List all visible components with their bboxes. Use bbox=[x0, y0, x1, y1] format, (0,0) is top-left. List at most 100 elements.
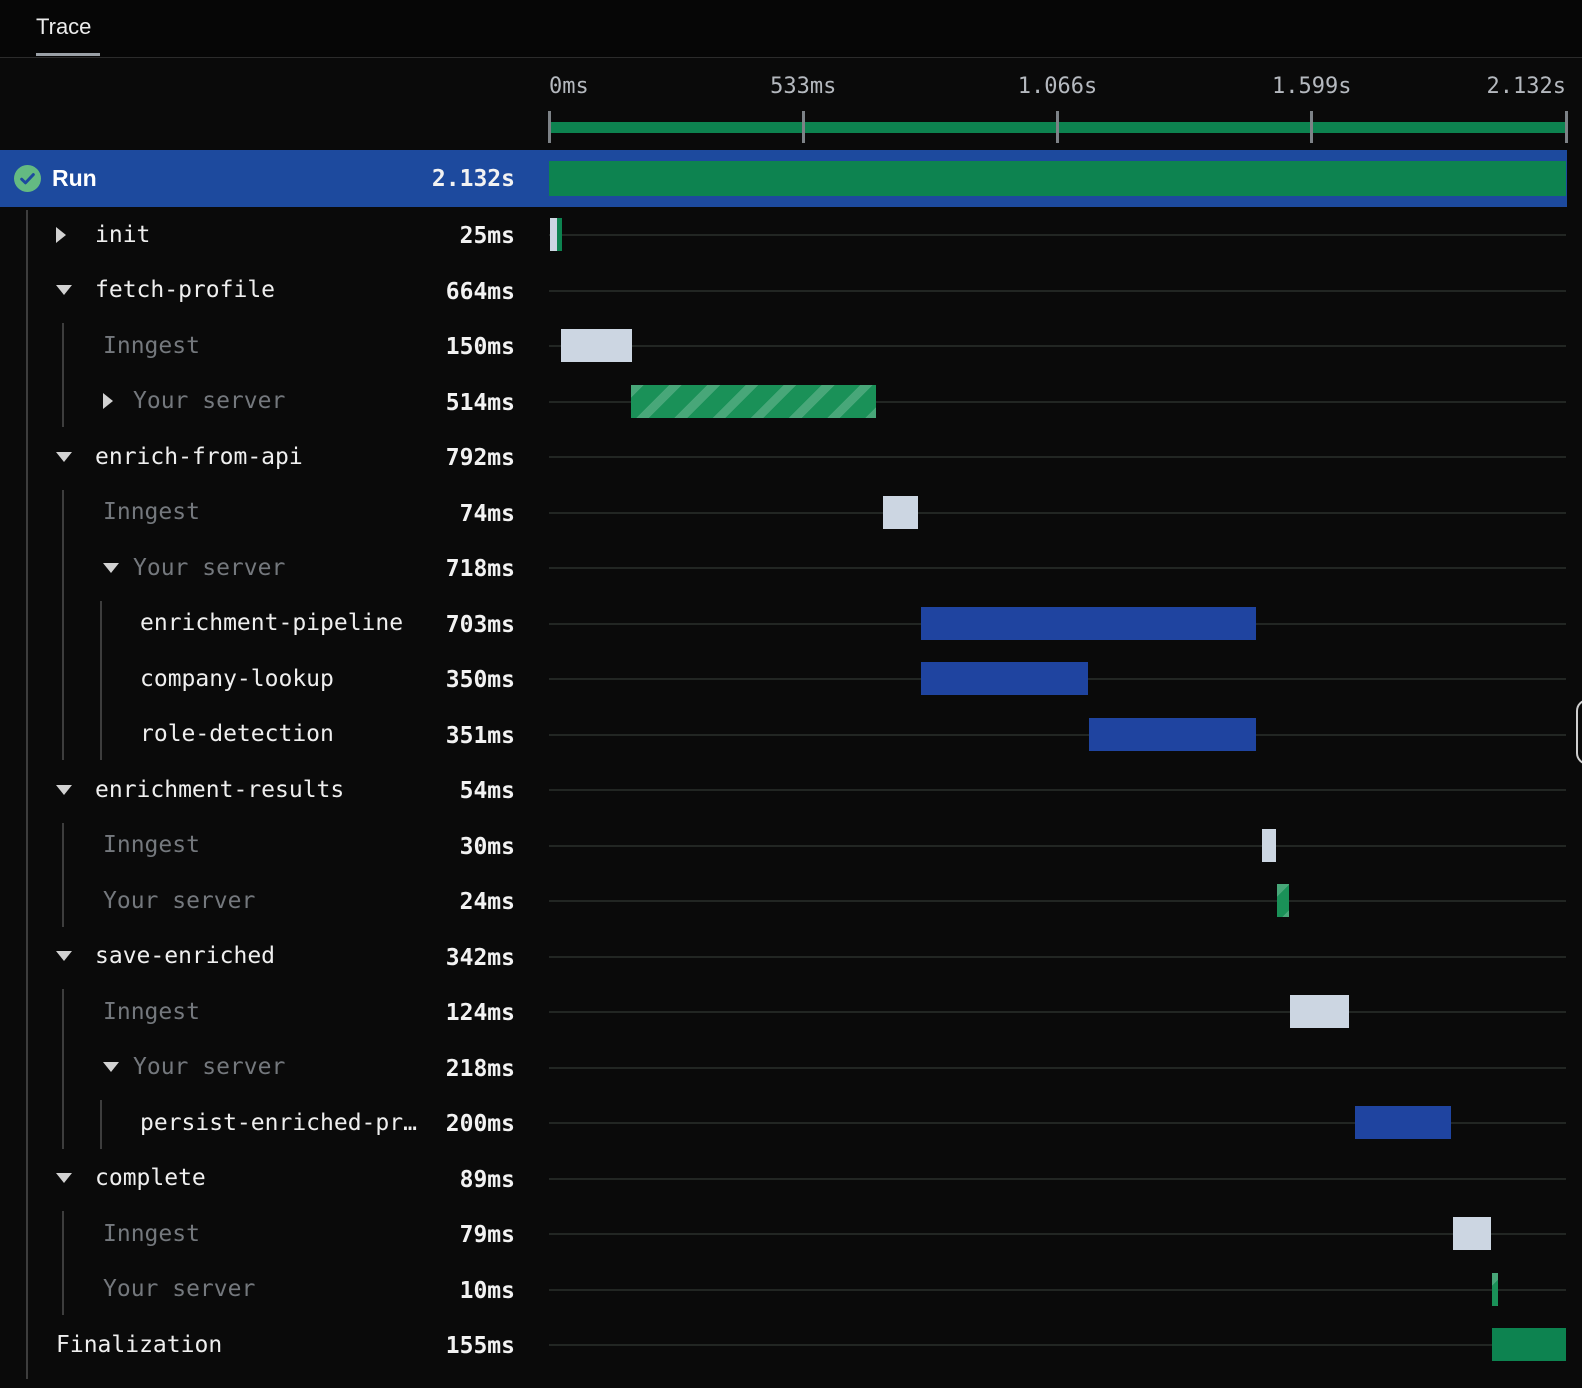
span-duration: 79ms bbox=[459, 1222, 515, 1248]
span-row-label-group: save-enriched bbox=[56, 929, 275, 985]
row-track-line bbox=[549, 1233, 1566, 1235]
span-row-enrichment-pipeline[interactable]: enrichment-pipeline 703ms bbox=[0, 596, 1582, 652]
row-track-line bbox=[549, 1288, 1566, 1291]
span-row-inngest[interactable]: Inngest 79ms bbox=[0, 1206, 1582, 1262]
scroll-handle[interactable] bbox=[1576, 699, 1582, 765]
span-name: init bbox=[95, 221, 151, 248]
tree-guide-line bbox=[62, 989, 64, 1149]
span-row-label-group: enrichment-results bbox=[56, 762, 344, 818]
row-track-line bbox=[549, 1066, 1566, 1069]
span-row-complete[interactable]: complete 89ms bbox=[0, 1151, 1582, 1207]
collapse-arrow-icon[interactable] bbox=[103, 1062, 133, 1073]
row-track-line bbox=[549, 789, 1566, 791]
span-bar-step[interactable] bbox=[921, 606, 1257, 640]
span-row-persist-enriched-pr-[interactable]: persist-enriched-pr… 200ms bbox=[0, 1095, 1582, 1151]
span-name: Your server bbox=[103, 887, 256, 914]
span-row-your-server[interactable]: Your server 218ms bbox=[0, 1040, 1582, 1096]
arrow-glyph bbox=[103, 393, 113, 410]
span-name: Finalization bbox=[56, 1331, 223, 1358]
span-row-your-server[interactable]: Your server 10ms bbox=[0, 1262, 1582, 1318]
span-row-save-enriched[interactable]: save-enriched 342ms bbox=[0, 929, 1582, 985]
span-row-inngest[interactable]: Inngest 150ms bbox=[0, 318, 1582, 374]
span-row-enrich-from-api[interactable]: enrich-from-api 792ms bbox=[0, 429, 1582, 485]
minimap-tick bbox=[1564, 111, 1568, 143]
row-track-line bbox=[549, 511, 1566, 514]
span-duration: 342ms bbox=[445, 944, 515, 971]
span-bar-queue[interactable] bbox=[549, 218, 557, 252]
span-row-your-server[interactable]: Your server 514ms bbox=[0, 374, 1582, 430]
tree-guide-line bbox=[100, 600, 102, 760]
span-name: Inngest bbox=[103, 332, 200, 359]
span-row-label-group: Inngest bbox=[103, 1206, 200, 1262]
span-name: Your server bbox=[133, 554, 286, 581]
collapse-arrow-icon[interactable] bbox=[56, 951, 95, 962]
span-duration: 24ms bbox=[459, 889, 515, 915]
span-row-init[interactable]: init 25ms bbox=[0, 207, 1582, 263]
span-duration: 664ms bbox=[445, 278, 515, 305]
run-row[interactable]: Run 2.132s bbox=[0, 150, 1567, 207]
span-bar-server[interactable] bbox=[1277, 884, 1289, 918]
span-row-inngest[interactable]: Inngest 30ms bbox=[0, 818, 1582, 874]
tree-guide-line bbox=[100, 1100, 102, 1149]
span-name: enrichment-results bbox=[95, 776, 345, 803]
row-track-line bbox=[549, 1177, 1566, 1180]
span-duration: 351ms bbox=[445, 722, 515, 749]
span-row-label-group: Inngest bbox=[103, 818, 200, 874]
span-bar-queue[interactable] bbox=[1262, 828, 1277, 862]
tab-trace[interactable]: Trace bbox=[36, 14, 91, 40]
span-row-label-group: Your server bbox=[103, 1262, 255, 1318]
arrow-glyph bbox=[103, 1062, 119, 1073]
span-duration: 350ms bbox=[445, 667, 515, 693]
collapse-arrow-icon[interactable] bbox=[56, 285, 95, 296]
span-row-inngest[interactable]: Inngest 124ms bbox=[0, 984, 1582, 1040]
span-bar-server[interactable] bbox=[631, 384, 877, 418]
run-success-icon bbox=[14, 165, 41, 192]
span-bar-run[interactable] bbox=[556, 218, 562, 252]
row-track-line bbox=[549, 289, 1566, 292]
span-duration: 74ms bbox=[459, 500, 515, 527]
span-name: Your server bbox=[103, 1276, 256, 1303]
span-bar-step[interactable] bbox=[1088, 717, 1257, 751]
arrow-glyph bbox=[56, 226, 66, 243]
minimap-tick bbox=[547, 111, 551, 143]
span-duration: 792ms bbox=[445, 445, 515, 471]
span-row-role-detection[interactable]: role-detection 351ms bbox=[0, 707, 1582, 763]
span-row-label-group: Inngest bbox=[103, 984, 200, 1040]
row-track-line bbox=[549, 1344, 1566, 1346]
run-timeline-bar[interactable] bbox=[549, 161, 1566, 196]
span-bar-queue[interactable] bbox=[1452, 1217, 1491, 1251]
span-bar-run[interactable] bbox=[1492, 1328, 1566, 1362]
collapse-arrow-icon[interactable] bbox=[56, 784, 95, 795]
span-row-company-lookup[interactable]: company-lookup 350ms bbox=[0, 651, 1582, 707]
collapse-arrow-icon[interactable] bbox=[56, 1173, 95, 1184]
run-label: Run bbox=[52, 165, 97, 191]
span-row-label-group: Inngest bbox=[103, 485, 200, 541]
span-bar-queue[interactable] bbox=[1289, 995, 1349, 1029]
span-row-label-group: Your server bbox=[103, 1040, 285, 1096]
span-row-fetch-profile[interactable]: fetch-profile 664ms bbox=[0, 263, 1582, 319]
span-row-enrichment-results[interactable]: enrichment-results 54ms bbox=[0, 762, 1582, 818]
span-bar-queue[interactable] bbox=[882, 495, 919, 529]
arrow-glyph bbox=[103, 562, 119, 573]
span-bar-queue[interactable] bbox=[560, 329, 633, 363]
arrow-glyph bbox=[56, 451, 72, 462]
span-row-inngest[interactable]: Inngest 74ms bbox=[0, 485, 1582, 541]
span-name: role-detection bbox=[140, 721, 334, 748]
span-name: Inngest bbox=[103, 1220, 200, 1247]
minimap-tick bbox=[1056, 111, 1059, 143]
run-duration: 2.132s bbox=[431, 166, 515, 192]
collapse-arrow-icon[interactable] bbox=[56, 451, 95, 462]
span-bar-server[interactable] bbox=[1492, 1272, 1498, 1306]
span-row-your-server[interactable]: Your server 24ms bbox=[0, 873, 1582, 929]
span-row-finalization[interactable]: Finalization 155ms bbox=[0, 1317, 1582, 1373]
collapse-arrow-icon[interactable] bbox=[103, 562, 133, 573]
expand-arrow-icon[interactable] bbox=[56, 226, 95, 243]
span-bar-step[interactable] bbox=[921, 662, 1089, 696]
row-track-line bbox=[549, 567, 1566, 569]
span-bar-step[interactable] bbox=[1355, 1106, 1451, 1140]
minimap-tick bbox=[1310, 111, 1314, 143]
row-track-line bbox=[549, 733, 1566, 736]
expand-arrow-icon[interactable] bbox=[103, 393, 133, 410]
span-name: Your server bbox=[133, 1054, 286, 1081]
span-row-your-server[interactable]: Your server 718ms bbox=[0, 540, 1582, 596]
